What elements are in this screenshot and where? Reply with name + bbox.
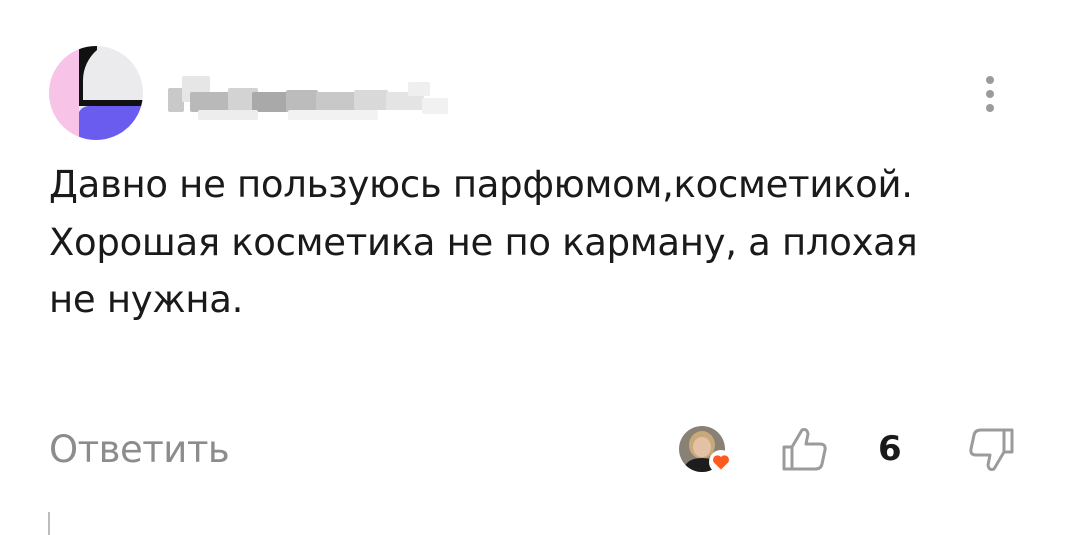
thumbs-up-icon <box>782 428 827 471</box>
reply-button[interactable]: Ответить <box>49 424 230 476</box>
like-count: 6 <box>878 429 902 469</box>
menu-dot <box>986 76 994 84</box>
comment-text: Давно не пользуюсь парфюмом,косметикой. … <box>49 163 918 321</box>
author-avatar-image <box>49 46 143 140</box>
thread-line <box>48 512 50 535</box>
author-name-blurred[interactable] <box>168 70 448 122</box>
thumbs-down-icon <box>969 428 1014 471</box>
like-button[interactable] <box>780 425 830 473</box>
comment-card: Давно не пользуюсь парфюмом,косметикой. … <box>0 0 1084 535</box>
menu-dot <box>986 104 994 112</box>
author-avatar[interactable] <box>49 46 143 140</box>
menu-dot <box>986 90 994 98</box>
more-vertical-icon[interactable] <box>974 72 1006 116</box>
dislike-button[interactable] <box>966 425 1016 473</box>
heart-icon <box>709 450 733 474</box>
reactions-summary[interactable] <box>679 426 733 476</box>
